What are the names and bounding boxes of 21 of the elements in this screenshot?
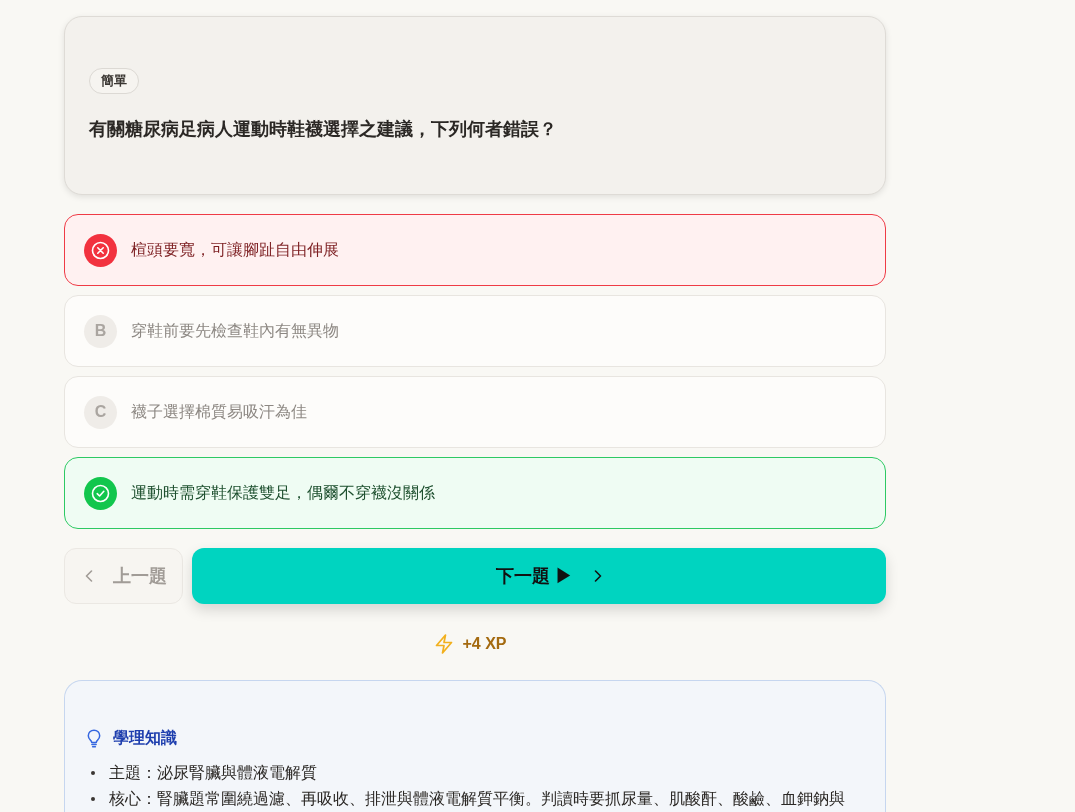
chevron-right-icon [593, 570, 602, 582]
lightbulb-icon [87, 728, 101, 748]
option-letter: B [84, 314, 117, 348]
bullet-icon [91, 797, 95, 801]
answer-option[interactable]: 運動時需穿鞋保護雙足，偶爾不穿襪沒關係 [64, 457, 886, 529]
xp-reward: +4 XP [462, 635, 507, 653]
answer-option[interactable]: B 穿鞋前要先檢查鞋內有無異物 [64, 295, 886, 367]
check-circle-icon [84, 476, 117, 510]
cross-circle-icon [84, 233, 117, 267]
answer-option[interactable]: C 襪子選擇棉質易吸汗為佳 [64, 376, 886, 448]
lightning-icon [435, 634, 454, 654]
knowledge-item: 核心：腎臟題常圍繞過濾、再吸收、排泄與體液電解質平衡。判讀時要抓尿量、肌酸酐、酸鹼、血鉀鈉與 [109, 789, 845, 809]
answer-option[interactable]: 楦頭要寬，可讓腳趾自由伸展 [64, 214, 886, 286]
knowledge-title: 學理知識 [113, 727, 177, 748]
bullet-icon [91, 771, 95, 775]
difficulty-tag: 簡單 [89, 68, 139, 94]
question-text: 有關糖尿病足病人運動時鞋襪選擇之建議，下列何者錯誤？ [89, 118, 557, 141]
chevron-left-icon [84, 570, 93, 582]
knowledge-item: 主題：泌尿腎臟與體液電解質 [109, 763, 317, 783]
option-letter: C [84, 395, 117, 429]
next-button[interactable]: 下一題 ▶ [192, 548, 886, 604]
